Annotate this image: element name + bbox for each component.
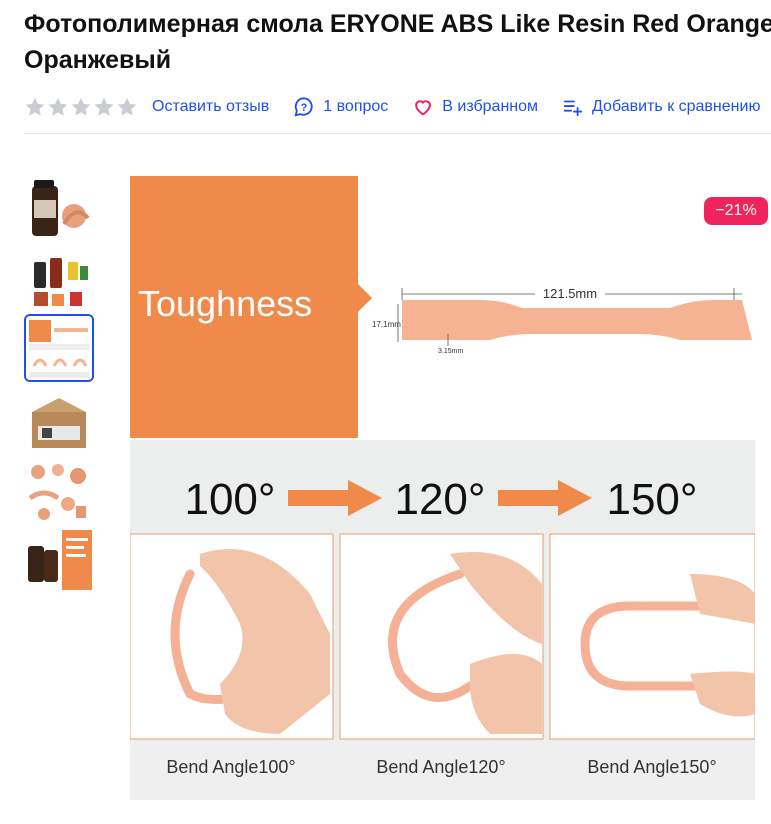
thumbnail-1[interactable] [24,176,94,244]
heart-icon [415,100,432,116]
main-image-graphic: Toughness 121.5mm 17.1mm 3.15mm 100° 120… [129,174,756,800]
width-label: 17.1mm [372,320,401,329]
thumbnail-5[interactable] [24,458,94,526]
star-icon [94,97,114,116]
bend-label-150: Bend Angle150° [587,757,716,777]
thumbnail-6[interactable] [24,526,94,594]
header-divider [24,133,771,134]
compare-add-icon [563,100,583,117]
product-title-line-2: Оранжевый [24,46,172,74]
bend-photo-150 [549,533,756,740]
star-icon [48,97,68,116]
favorite-label: В избранном [442,98,539,115]
star-icon [25,97,45,116]
thickness-label: 3.15mm [438,348,463,355]
compare-label: Добавить к сравнению [592,98,761,115]
thumbnail-3-active[interactable] [24,314,94,382]
length-label: 121.5mm [543,286,597,301]
product-title: Фотополимерная смола ERYONE ABS Like Res… [24,6,771,78]
bend-label-100: Bend Angle100° [166,757,295,777]
main-product-image[interactable]: Toughness 121.5mm 17.1mm 3.15mm 100° 120… [129,174,756,800]
discount-badge: −21% [704,197,768,225]
angle-120-label: 120° [394,475,485,524]
thumbnail-image [24,248,94,316]
svg-text:?: ? [301,102,308,114]
bend-photo-120 [339,533,544,740]
bend-label-120: Bend Angle120° [376,757,505,777]
favorite-link[interactable]: В избранном [412,96,538,118]
thumbnail-image [24,458,94,526]
thumbnail-image [24,526,94,594]
thumbnail-image [26,316,92,380]
star-icon [117,97,137,116]
questions-label: 1 вопрос [323,98,389,115]
leave-review-link[interactable]: Оставить отзыв [152,98,269,116]
angle-100-label: 100° [184,475,275,524]
thumbnail-2[interactable] [24,248,94,316]
toughness-heading: Toughness [138,283,312,324]
angle-150-label: 150° [606,475,697,524]
rating-stars[interactable] [24,96,138,118]
product-actions-bar: Оставить отзыв ? 1 вопрос В избранном До… [24,94,771,120]
compare-link[interactable]: Добавить к сравнению [562,96,760,118]
thumbnail-image [24,176,94,244]
questions-link[interactable]: ? 1 вопрос [293,96,388,118]
star-icon [71,97,91,116]
bend-photo-100 [129,533,334,740]
thumbnail-image [24,390,94,458]
question-bubble-icon: ? [294,97,313,117]
thumbnail-4[interactable] [24,390,94,458]
product-title-line-1: Фотополимерная смола ERYONE ABS Like Res… [24,10,771,38]
